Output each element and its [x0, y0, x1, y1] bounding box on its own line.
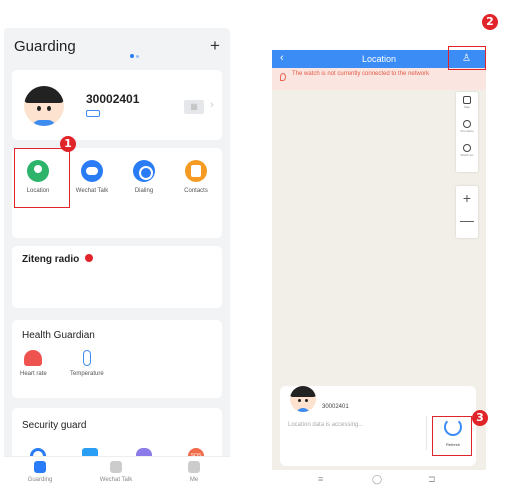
bottom-nav: Guarding Wechat Talk Me: [4, 456, 230, 490]
device-profile-card[interactable]: 30002401 ▦ ›: [12, 70, 222, 140]
location-pin-icon: [280, 73, 286, 81]
home-icon[interactable]: ◯: [372, 474, 382, 485]
contacts-icon: [185, 160, 207, 182]
radio-title: Ziteng radio: [22, 254, 80, 265]
layers-icon: [463, 96, 471, 104]
qr-code-icon[interactable]: ▦: [184, 100, 204, 114]
phone-icon: [133, 160, 155, 182]
add-device-button[interactable]: +: [210, 36, 220, 56]
chat-icon: [81, 160, 103, 182]
battery-icon: [86, 110, 100, 117]
device-id: 30002401: [322, 404, 349, 410]
contacts-button[interactable]: Contacts: [172, 160, 220, 194]
nav-guarding[interactable]: Guarding: [10, 461, 70, 483]
avatar: [290, 386, 316, 412]
page-indicator: [130, 45, 141, 63]
dialing-button[interactable]: Dialing: [120, 160, 168, 194]
user-highlight-box: [448, 46, 486, 70]
wechat-talk-button[interactable]: Wechat Talk: [68, 160, 116, 194]
zoom-out-button[interactable]: —: [456, 212, 478, 228]
home-icon: [34, 461, 46, 473]
sim-alerts-label: Sim Alerts: [460, 129, 474, 133]
back-nav-icon[interactable]: ⊐: [428, 474, 436, 485]
watch-location-button[interactable]: Watch loc: [456, 144, 478, 157]
nav-me-label: Me: [189, 477, 199, 483]
nav-wechat-talk-label: Wechat Talk: [99, 477, 133, 483]
sim-alerts-button[interactable]: Sim Alerts: [456, 120, 478, 133]
chat-icon: [110, 461, 122, 473]
warning-text: The watch is not currently connected to …: [292, 71, 430, 77]
callout-badge-2: 2: [482, 14, 498, 30]
profile-icon: [188, 461, 200, 473]
health-title: Health Guardian: [22, 330, 95, 341]
contacts-label: Contacts: [184, 188, 208, 194]
screenshot-stage: Guarding + 30002401 ▦ › Location Wechat …: [0, 0, 505, 494]
menu-icon[interactable]: ≡: [318, 474, 323, 484]
heart-icon: [24, 350, 43, 366]
nav-guarding-label: Guarding: [27, 477, 53, 483]
map-layer-label: Map: [464, 105, 470, 109]
location-highlight-box: [14, 148, 70, 208]
notification-dot-icon: [85, 254, 93, 262]
security-title: Security guard: [22, 420, 87, 431]
wechat-talk-label: Wechat Talk: [75, 188, 109, 194]
zoom-controls: + —: [456, 186, 478, 238]
guarding-header: Guarding +: [4, 36, 230, 60]
watch-location-label: Watch loc: [460, 153, 474, 157]
page-title: Guarding: [14, 38, 76, 55]
avatar: [24, 86, 64, 126]
map-tools-panel: Map Sim Alerts Watch loc: [456, 92, 478, 172]
heart-rate-label: Heart rate: [20, 371, 47, 377]
refresh-highlight-box: [432, 416, 472, 456]
thermometer-icon: [82, 350, 91, 366]
temperature-label: Temperature: [70, 371, 104, 377]
heart-rate-button[interactable]: Heart rate: [20, 350, 47, 377]
system-nav-bar: ≡ ◯ ⊐: [272, 470, 486, 490]
divider: [426, 416, 427, 450]
callout-badge-1: 1: [60, 136, 76, 152]
map-layer-button[interactable]: Map: [456, 96, 478, 109]
nav-me[interactable]: Me: [164, 461, 224, 483]
guarding-screen: Guarding + 30002401 ▦ › Location Wechat …: [4, 28, 230, 490]
nav-wechat-talk[interactable]: Wechat Talk: [86, 461, 146, 483]
chevron-right-icon[interactable]: ›: [210, 99, 214, 111]
location-status: Location data is accessing...: [288, 422, 364, 428]
dialing-label: Dialing: [134, 188, 154, 194]
sim-icon: [463, 120, 471, 128]
target-icon: [463, 144, 471, 152]
device-id: 30002401: [86, 92, 140, 106]
zoom-in-button[interactable]: +: [456, 190, 478, 206]
health-guardian-card: Health Guardian Heart rate Temperature: [12, 320, 222, 398]
temperature-button[interactable]: Temperature: [70, 350, 104, 377]
network-warning-banner: The watch is not currently connected to …: [272, 68, 486, 90]
radio-card[interactable]: Ziteng radio: [12, 246, 222, 308]
callout-badge-3: 3: [472, 410, 488, 426]
